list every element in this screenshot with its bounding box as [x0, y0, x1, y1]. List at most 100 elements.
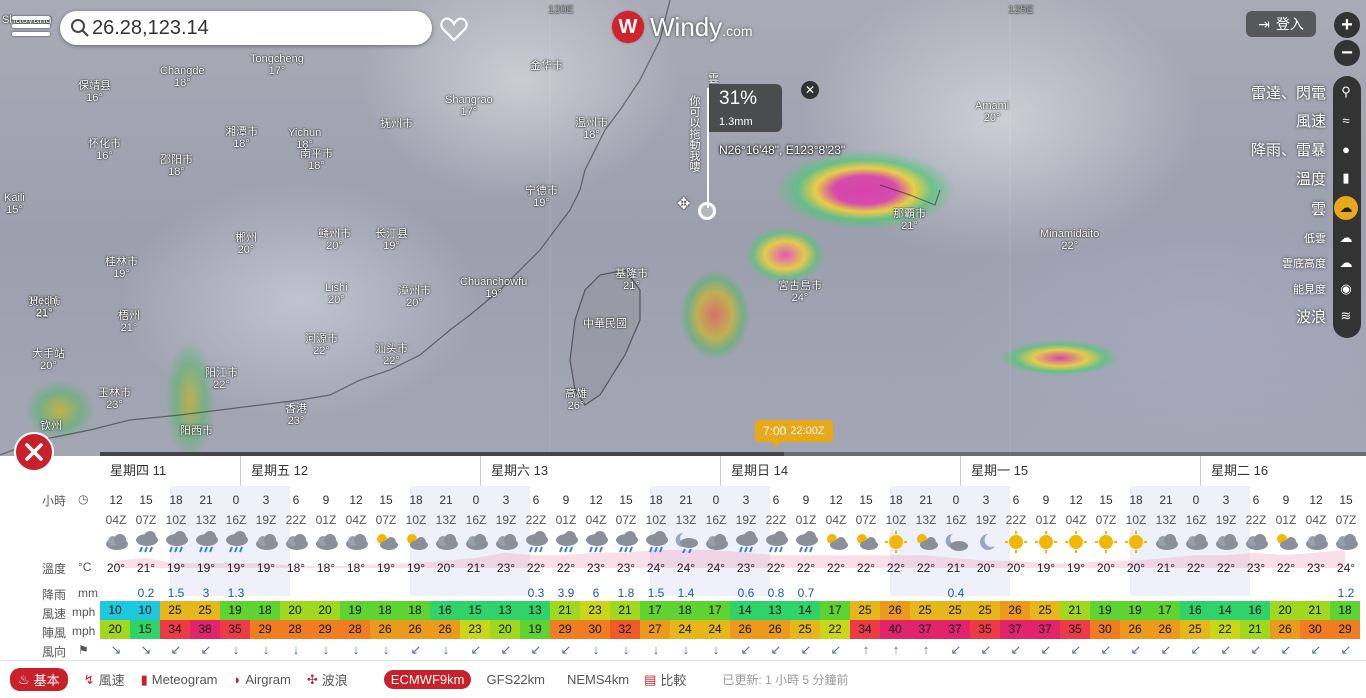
layer-wind[interactable]: 風速 ≈: [1296, 107, 1366, 133]
gust-cell: 29: [250, 620, 280, 639]
weather-map[interactable]: 120E 125E Shaoyang Changde 18° Tongcheng 17°…: [0, 0, 1366, 460]
utc-cell: 04Z: [825, 513, 847, 527]
hour-cell: 21: [919, 493, 933, 507]
sunny-icon: [1091, 530, 1121, 554]
windy-logo[interactable]: W Windy .com: [612, 10, 753, 44]
search-box[interactable]: [60, 11, 432, 45]
temp-cell: 22°: [526, 561, 546, 575]
layer-rain-drop[interactable]: 降雨、雷暴 ●: [1251, 136, 1366, 162]
menu-button[interactable]: [12, 12, 50, 42]
rain-icon: [761, 530, 791, 554]
close-forecast-button[interactable]: [14, 432, 54, 472]
direction-cell: ↓: [292, 642, 300, 657]
wind-cell: 25: [910, 601, 940, 620]
city-label: 抚州市: [380, 118, 413, 130]
wind-cell: 18: [670, 601, 700, 620]
waves-icon: ≋: [1334, 304, 1358, 328]
zoom-out-button[interactable]: −: [1334, 40, 1360, 66]
wind-cell: 18: [370, 601, 400, 620]
gust-cell: 24: [670, 620, 700, 639]
direction-cell: ↙: [1340, 642, 1352, 657]
utc-cell: 19Z: [1215, 513, 1237, 527]
direction-cell: ↓: [382, 642, 390, 657]
location-pin[interactable]: [698, 202, 716, 220]
footer-tab-wind[interactable]: ↯ 風速: [84, 668, 125, 691]
direction-cell: ↙: [560, 642, 572, 657]
hour-cell: 15: [139, 493, 153, 507]
day-header[interactable]: 星期六 13: [480, 456, 548, 486]
model-tab[interactable]: ECMWF9km: [383, 670, 472, 689]
model-tab[interactable]: GFS22km: [479, 670, 552, 689]
login-button[interactable]: ⇥ 登入: [1246, 11, 1316, 37]
footer-tab-waves[interactable]: ✣ 波浪: [307, 668, 348, 691]
layer-radar[interactable]: 雷達、閃電 ⚲: [1251, 79, 1366, 105]
city-label: 那覇市 21°: [893, 208, 926, 232]
model-tab[interactable]: NEMS4km: [560, 670, 636, 689]
gust-cell: 35: [220, 620, 250, 639]
city-label: 郴州 20°: [235, 232, 257, 256]
city-temp: 20°: [983, 112, 1001, 124]
utc-cell: 13Z: [675, 513, 697, 527]
day-header[interactable]: 星期五 12: [240, 456, 308, 486]
layer-eye[interactable]: 能見度 ◉: [1293, 276, 1366, 302]
layer-cloud[interactable]: 雲 ☁: [1311, 195, 1366, 221]
utc-cell: 16Z: [225, 513, 247, 527]
zoom-in-button[interactable]: +: [1334, 12, 1360, 38]
city-name: Hechi: [30, 295, 59, 307]
temp-cell: 21°: [946, 561, 966, 575]
city-temp: 19°: [383, 240, 400, 252]
wind-cell: 14: [790, 601, 820, 620]
utc-cell: 07Z: [1335, 513, 1357, 527]
cloudy-icon: [341, 530, 371, 554]
layer-cloud-base[interactable]: 雲底高度 ☁: [1282, 250, 1366, 276]
city-name: 阳江市: [205, 367, 238, 379]
cloudy-icon: [101, 530, 131, 554]
hour-cell: 18: [889, 493, 903, 507]
layer-label: 雲: [1310, 200, 1326, 218]
utc-cell: 13Z: [195, 513, 217, 527]
layer-waves[interactable]: 波浪 ≋: [1296, 303, 1366, 329]
hour-cell: 3: [502, 493, 510, 507]
hour-cell: 9: [562, 493, 570, 507]
utc-cell: 22Z: [1245, 513, 1267, 527]
wind-cell: 25: [970, 601, 1000, 620]
footer-tab-meteogram[interactable]: ▮ Meteogram: [141, 668, 218, 691]
city-label: 基隆市 21°: [615, 268, 648, 292]
layer-low-cloud[interactable]: 低雲 ☁: [1304, 225, 1366, 251]
hour-cell: 12: [829, 493, 843, 507]
hour-cell: 9: [802, 493, 810, 507]
heart-icon[interactable]: [440, 16, 468, 42]
cloudy-icon: [431, 530, 461, 554]
footer-tab-label: Meteogram: [151, 672, 218, 687]
footer-tab-basic[interactable]: ♨ 基本: [10, 668, 68, 691]
layer-label: 波浪: [1295, 308, 1326, 326]
time-tag[interactable]: 7:00 22:00Z: [755, 420, 833, 447]
wind-cell: 23: [580, 601, 610, 620]
temp-cell: 24°: [646, 561, 666, 575]
day-header[interactable]: 星期四 11: [100, 456, 166, 486]
rain-cell: 1.4: [677, 586, 695, 600]
city-temp: 20°: [326, 240, 343, 252]
move-icon[interactable]: ✥: [677, 194, 690, 214]
footer-tab-airgram[interactable]: ◗ Airgram: [234, 668, 291, 691]
city-temp: 22°: [213, 379, 230, 391]
day-header[interactable]: 星期日 14: [720, 456, 788, 486]
rain-icon: [191, 530, 221, 554]
utc-cell: 07Z: [375, 513, 397, 527]
popup-close-button[interactable]: ✕: [801, 81, 819, 99]
city-label: Shangrao 17°: [445, 94, 493, 118]
day-header[interactable]: 星期一 15: [960, 456, 1028, 486]
utc-cell: 16Z: [1185, 513, 1207, 527]
gust-cell: 25: [1180, 620, 1210, 639]
search-input[interactable]: [92, 14, 412, 42]
search-icon: [71, 19, 89, 37]
city-temp: 17°: [460, 106, 478, 118]
day-header[interactable]: 星期二 16: [1200, 456, 1268, 486]
compare-button[interactable]: ▤ 比較: [644, 670, 686, 689]
rain-cell: 3.9: [557, 586, 575, 600]
temp-cell: 19°: [376, 561, 396, 575]
city-temp: 20°: [406, 297, 423, 309]
windy-logo-name: Windy: [650, 11, 723, 42]
layer-thermometer[interactable]: 溫度 ▮: [1296, 165, 1366, 191]
city-label: Hechi 21°: [30, 295, 58, 319]
